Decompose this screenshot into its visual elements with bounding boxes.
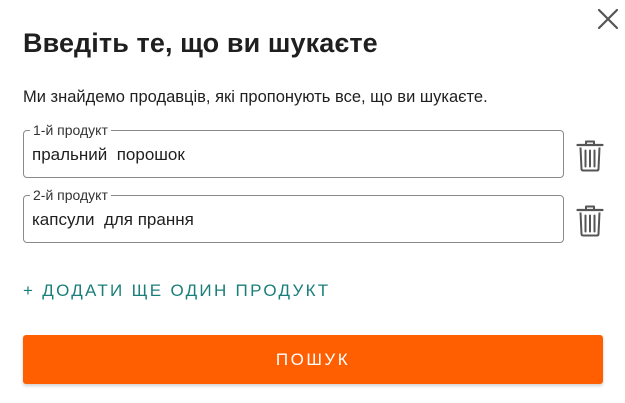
product-2-input[interactable] [32,210,552,230]
product-1-label: 1-й продукт [30,121,111,139]
trash-icon[interactable] [575,138,605,172]
product-2-field[interactable]: 2-й продукт [23,186,564,243]
close-button[interactable] [594,5,622,33]
product-2-label: 2-й продукт [30,186,111,204]
trash-icon[interactable] [575,203,605,237]
add-product-link[interactable]: + ДОДАТИ ЩЕ ОДИН ПРОДУКТ [23,281,330,301]
product-1-input[interactable] [32,145,552,165]
search-button[interactable]: ПОШУК [23,335,603,384]
delete-product-2-button[interactable] [575,203,605,237]
dialog-title: Введіть те, що ви шукаєте [23,28,378,58]
dialog-subtitle: Ми знайдемо продавців, які пропонують вс… [23,88,488,106]
product-1-field[interactable]: 1-й продукт [23,121,564,178]
close-icon[interactable] [594,5,622,33]
delete-product-1-button[interactable] [575,138,605,172]
search-dialog: Введіть те, що ви шукаєте Ми знайдемо пр… [0,0,625,403]
